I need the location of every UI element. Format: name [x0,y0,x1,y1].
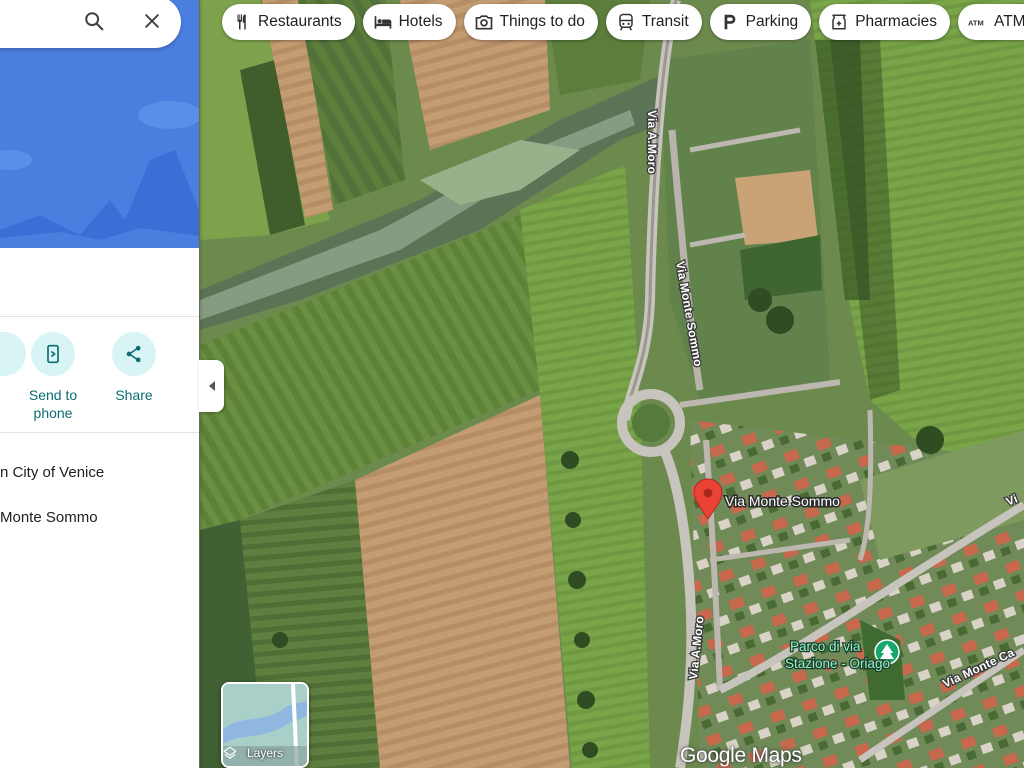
divider [0,432,199,433]
close-button[interactable] [137,6,167,36]
park-label-line1[interactable]: Parco di via [789,638,863,656]
pharmacy-icon [829,12,849,32]
chip-label: ATMs [994,13,1024,30]
send-to-phone-icon [47,344,59,364]
restaurant-icon [232,12,252,32]
park-label-line2[interactable]: Stazione - Oriago [784,655,892,673]
search-button[interactable] [79,6,109,36]
google-maps-logo: Google Maps [680,744,802,767]
category-chips: Restaurants Hotels Things to do Transit … [222,4,1024,40]
atm-icon: ATM [968,12,988,32]
chip-label: Things to do [499,13,585,30]
chip-label: Restaurants [258,13,342,30]
info-line-city: n City of Venice [0,464,105,481]
chip-pharmacies[interactable]: Pharmacies [819,4,951,40]
caret-left-icon [208,381,215,391]
layers-label-row: Layers [223,746,307,760]
road-label-via-a-moro-north: Via A.Moro [645,110,659,174]
divider [0,316,199,317]
layers-label: Layers [246,746,284,760]
share-icon [126,345,141,363]
chip-restaurants[interactable]: Restaurants [222,4,355,40]
svg-text:ATM: ATM [968,18,984,27]
share-button[interactable]: Share [94,332,174,404]
pin-label[interactable]: Via Monte Sommo [724,492,842,511]
parking-icon [720,12,740,32]
chip-label: Parking [745,13,799,30]
info-line-address: Monte Sommo [0,509,98,526]
close-icon [145,14,159,28]
send-to-phone-label: Send to phone [28,387,78,421]
chip-label: Pharmacies [855,13,938,30]
camera-icon [474,12,494,32]
chip-things-to-do[interactable]: Things to do [463,4,598,40]
send-to-phone-button[interactable]: Send to phone [13,332,93,422]
chip-label: Transit [641,13,689,30]
chip-hotels[interactable]: Hotels [362,4,456,40]
chip-label: Hotels [398,13,443,30]
search-box[interactable] [0,0,181,48]
layers-button[interactable]: Layers [221,682,309,768]
layers-icon [223,746,237,759]
chip-atms[interactable]: ATM ATMs [958,4,1024,40]
hotel-icon [373,12,393,32]
place-panel: Send to phone Share n City of Venice Mon… [0,0,199,768]
share-label: Share [115,387,153,403]
chip-transit[interactable]: Transit [605,4,702,40]
chip-parking[interactable]: Parking [709,4,812,40]
transit-icon [616,12,636,32]
collapse-panel-button[interactable] [199,360,224,412]
search-icon [85,12,104,31]
